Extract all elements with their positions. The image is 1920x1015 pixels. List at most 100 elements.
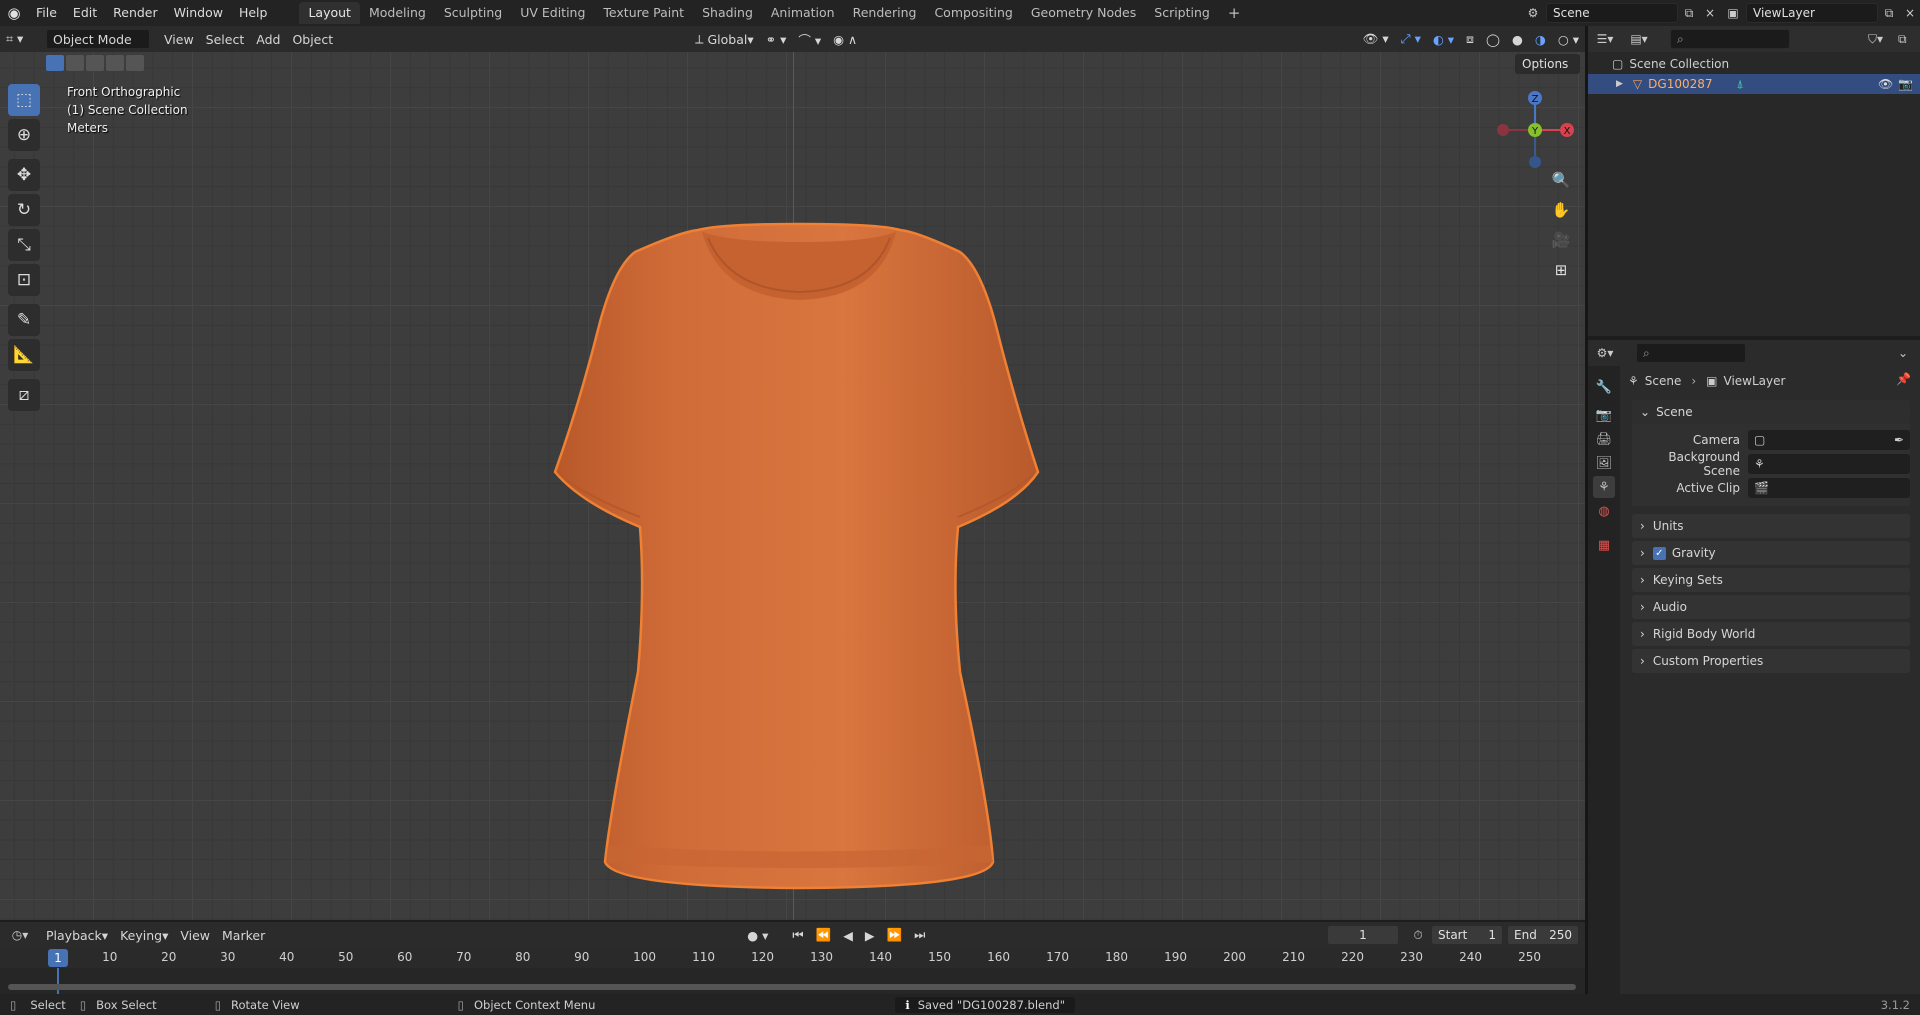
blender-logo-icon[interactable]: ◉ [0, 4, 28, 22]
scene-tab-icon[interactable]: ⚘ [1593, 476, 1615, 498]
render-camera-icon[interactable]: 📷 [1898, 77, 1920, 91]
snap-icon[interactable]: ⌒ ▾ [792, 29, 827, 49]
render-tab-icon[interactable]: 📷 [1593, 404, 1615, 426]
camera-view-icon[interactable]: 🎥 [1548, 227, 1574, 253]
menu-select[interactable]: Select [200, 29, 251, 49]
cursor-tool[interactable]: ⊕ [8, 119, 40, 151]
display-mode-icon[interactable]: ▤▾ [1622, 32, 1656, 46]
playhead-frame-badge[interactable]: 1 [48, 949, 68, 967]
audio-panel[interactable]: › Audio [1632, 595, 1910, 619]
playhead[interactable] [57, 968, 59, 994]
mesh-data-icon[interactable]: ⍋ [1737, 77, 1744, 92]
pivot-icon[interactable]: ⚭ ▾ [760, 29, 793, 49]
tab-scripting[interactable]: Scripting [1145, 2, 1219, 24]
properties-editor-icon[interactable]: ⚙▾ [1588, 346, 1622, 360]
rotate-tool[interactable]: ↻ [8, 194, 40, 226]
visibility-icon[interactable]: 👁 ▾ [1357, 29, 1395, 49]
zoom-icon[interactable]: 🔍 [1548, 167, 1574, 193]
shading-solid-icon[interactable]: ● [1506, 29, 1529, 49]
keying-menu[interactable]: Keying ▾ [114, 925, 174, 945]
menu-add[interactable]: Add [250, 29, 286, 49]
preview-range-icon[interactable]: ⏱ [1405, 928, 1431, 943]
new-collection-icon[interactable]: ⧉ [1898, 32, 1920, 47]
annotate-tool[interactable]: ✎ [8, 304, 40, 336]
properties-search-input[interactable]: ⌕ [1636, 343, 1746, 363]
tab-uv-editing[interactable]: UV Editing [511, 2, 594, 24]
properties-options-icon[interactable]: ⌄ [1898, 346, 1920, 360]
move-tool[interactable]: ✥ [8, 159, 40, 191]
add-workspace-button[interactable]: + [1219, 2, 1250, 24]
tab-sculpting[interactable]: Sculpting [435, 2, 511, 24]
current-frame-field[interactable]: 1 [1327, 925, 1399, 945]
scene-panel-header[interactable]: ⌄ Scene [1632, 400, 1910, 424]
menu-render[interactable]: Render [105, 2, 166, 24]
view-layer-tab-icon[interactable]: 🖼 [1593, 452, 1615, 474]
outliner-editor-icon[interactable]: ☰▾ [1588, 32, 1622, 46]
menu-object[interactable]: Object [286, 29, 339, 49]
timeline-area[interactable]: 10 20 30 40 50 60 70 80 90 100 110 120 130 140 150 160 1… [0, 948, 1585, 994]
view-layer-selector[interactable]: ViewLayer [1746, 3, 1878, 23]
editor-type-icon[interactable]: ⌗ ▾ [0, 29, 40, 49]
jump-keyframe-forward-icon[interactable]: ⏩ [880, 925, 908, 945]
tab-modeling[interactable]: Modeling [360, 2, 435, 24]
menu-help[interactable]: Help [231, 2, 276, 24]
jump-end-icon[interactable]: ⏭ [908, 925, 931, 945]
tab-compositing[interactable]: Compositing [925, 2, 1021, 24]
select-subtract-icon[interactable] [86, 55, 104, 71]
tab-layout[interactable]: Layout [299, 2, 360, 24]
rigid-body-world-panel[interactable]: › Rigid Body World [1632, 622, 1910, 646]
tool-tab-icon[interactable]: 🔧 [1593, 376, 1615, 398]
tshirt-mesh[interactable] [540, 172, 1060, 897]
timeline-editor-icon[interactable]: ◷▾ [0, 928, 40, 942]
scene-icon[interactable]: ⚙ [1520, 6, 1546, 20]
jump-keyframe-back-icon[interactable]: ⏪ [810, 925, 838, 945]
tab-geometry-nodes[interactable]: Geometry Nodes [1022, 2, 1145, 24]
keying-sets-panel[interactable]: › Keying Sets [1632, 568, 1910, 592]
transform-orientation-selector[interactable]: ⟂ Global ▾ [689, 29, 760, 49]
units-panel[interactable]: › Units [1632, 514, 1910, 538]
delete-scene-icon[interactable]: × [1700, 6, 1720, 20]
pin-icon[interactable]: 📌 [1896, 372, 1911, 386]
world-tab-icon[interactable]: ◍ [1593, 500, 1615, 522]
tab-shading[interactable]: Shading [693, 2, 762, 24]
tab-rendering[interactable]: Rendering [844, 2, 926, 24]
pan-hand-icon[interactable]: ✋ [1548, 197, 1574, 223]
timeline-view-menu[interactable]: View [174, 925, 216, 945]
scene-selector[interactable]: Scene [1546, 3, 1678, 23]
shading-rendered-icon[interactable]: ○ ▾ [1552, 29, 1585, 49]
play-icon[interactable]: ▶ [859, 925, 881, 945]
jump-start-icon[interactable]: ⏮ [786, 925, 809, 945]
filter-icon[interactable]: ⛉▾ [1868, 32, 1898, 47]
auto-keying-icon[interactable]: ● ▾ [741, 925, 774, 945]
active-clip-field[interactable]: 🎬 [1748, 478, 1910, 498]
eye-visibility-icon[interactable]: 👁 [1878, 77, 1898, 91]
overlay-toggle-icon[interactable]: ◐ ▾ [1427, 29, 1460, 49]
menu-view[interactable]: View [158, 29, 200, 49]
select-new-icon[interactable] [46, 55, 64, 71]
mode-selector[interactable]: Object Mode [46, 29, 150, 49]
transform-tool[interactable]: ⊡ [8, 264, 40, 296]
timeline-scrollbar[interactable] [8, 984, 1576, 990]
tab-texture-paint[interactable]: Texture Paint [594, 2, 693, 24]
measure-tool[interactable]: 📐 [8, 339, 40, 371]
shading-wireframe-icon[interactable]: ◯ [1480, 29, 1506, 49]
ortho-grid-icon[interactable]: ⊞ [1548, 257, 1574, 283]
menu-edit[interactable]: Edit [65, 2, 105, 24]
select-extend-icon[interactable] [66, 55, 84, 71]
background-scene-field[interactable]: ⚘ [1748, 454, 1910, 474]
delete-view-layer-icon[interactable]: × [1900, 6, 1920, 20]
menu-window[interactable]: Window [166, 2, 231, 24]
play-reverse-icon[interactable]: ◀ [837, 925, 859, 945]
output-tab-icon[interactable]: 🖨 [1593, 428, 1615, 450]
end-frame-field[interactable]: End 250 [1507, 925, 1579, 945]
view-layer-icon[interactable]: ▣ [1720, 6, 1746, 20]
shading-material-icon[interactable]: ◑ [1529, 29, 1552, 49]
start-frame-field[interactable]: Start 1 [1431, 925, 1503, 945]
outliner-row-object[interactable]: ▶ ▽ DG100287 ⍋ 👁 📷 [1588, 74, 1920, 94]
tab-animation[interactable]: Animation [762, 2, 844, 24]
marker-menu[interactable]: Marker [216, 925, 271, 945]
add-cube-tool[interactable]: ⧄ [8, 379, 40, 411]
new-view-layer-icon[interactable]: ⧉ [1878, 6, 1900, 21]
gizmo-toggle-icon[interactable]: ⤢ ▾ [1395, 29, 1427, 49]
custom-properties-panel[interactable]: › Custom Properties [1632, 649, 1910, 673]
